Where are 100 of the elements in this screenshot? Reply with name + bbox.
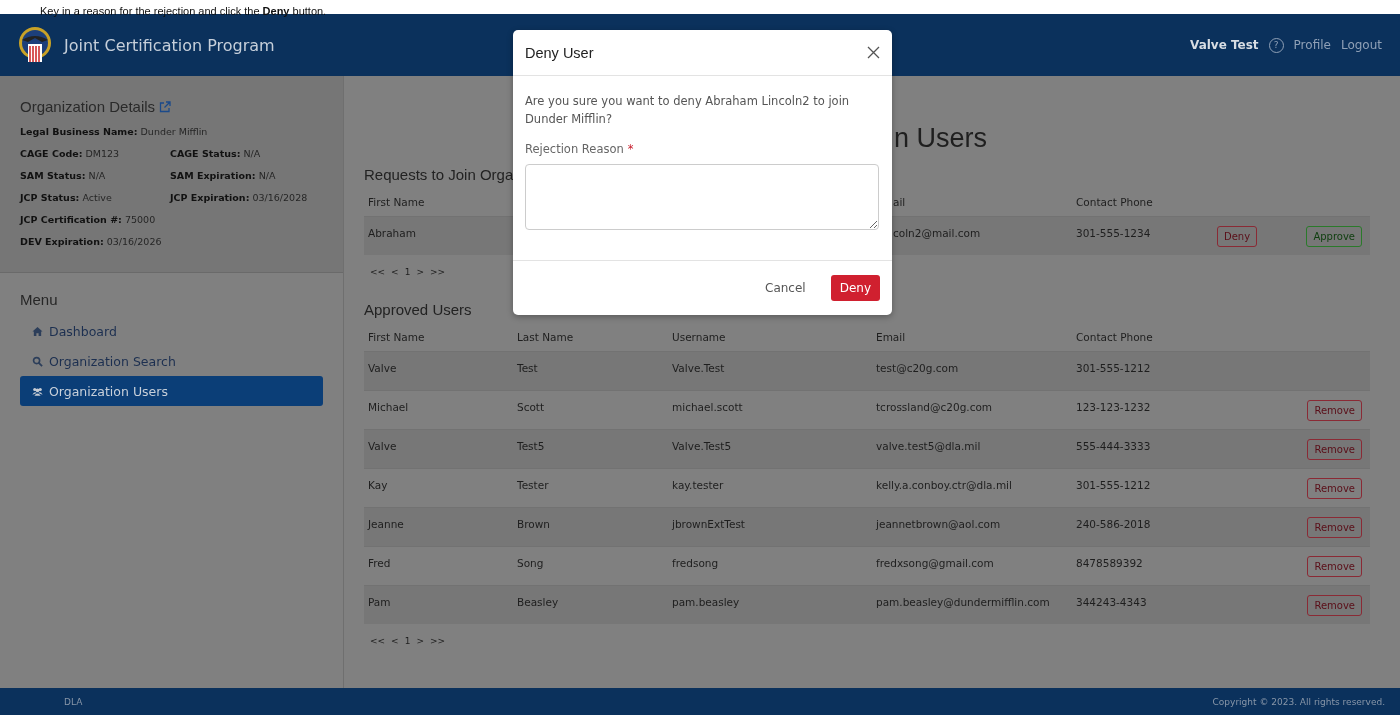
column-header: First Name — [367, 195, 426, 210]
menu-title: Menu — [20, 291, 59, 308]
table-cell-text: Scott — [516, 400, 546, 415]
table-cell-text: valve.test5@dla.mil — [875, 439, 982, 454]
table-cell-text: Jeanne — [366, 517, 405, 532]
section-title: Requests to Join Orga — [364, 166, 514, 183]
detail-field: DEV Expiration: 03/16/2026 — [20, 235, 170, 249]
table-cell-text: Abraham — [367, 226, 417, 241]
table-cell-text: 555-444-3333 — [1075, 439, 1152, 454]
table-cell-text: Beasley — [516, 595, 560, 610]
column-header: Email — [875, 330, 907, 345]
table-cell-text: kelly.a.conboy.ctr@dla.mil — [875, 478, 1013, 493]
table-cell-text: Valve — [367, 439, 398, 454]
remove-button[interactable]: Remove — [1307, 516, 1362, 538]
field-label: Rejection Reason — [525, 142, 624, 156]
copyright-text: Copyright © 2023. All rights reserved. — [1212, 696, 1385, 707]
table-cell-text: 301-555-1212 — [1075, 478, 1152, 493]
table-cell-text: pam.beasley@dundermifflin.com — [875, 595, 1051, 610]
menu-item[interactable]: Organization Users — [20, 376, 323, 406]
table-cell-text: test@c20g.com — [875, 361, 960, 376]
nav-link[interactable]: Logout — [1340, 38, 1382, 52]
page-title: n Users — [894, 123, 988, 154]
table-cell-text: Pam — [367, 595, 392, 610]
pagination-link[interactable]: >> — [429, 267, 445, 277]
table-cell-text: tcrossland@c20g.com — [875, 400, 994, 415]
table-cell-text: Fred — [367, 556, 392, 571]
remove-button[interactable]: Remove — [1307, 438, 1362, 460]
instruction-text: Key in a reason for the rejection and click the Deny button. — [40, 5, 327, 17]
table-cell-text: Brown — [516, 517, 551, 532]
pagination-link[interactable]: > — [416, 267, 424, 277]
table-cell-text: 240-586-2018 — [1075, 517, 1152, 532]
approve-button[interactable]: Approve — [1306, 225, 1362, 247]
detail-field: JCP Expiration: 03/16/2028 — [170, 191, 320, 205]
table-cell-text: coln2@mail.com — [892, 226, 982, 241]
footer-label: DLA — [64, 696, 83, 707]
menu-item[interactable]: Dashboard — [20, 316, 323, 346]
table-cell-text: Valve.Test5 — [671, 439, 733, 454]
dialog-title: Deny User — [525, 44, 594, 61]
table-cell-text: michael.scott — [671, 400, 744, 415]
home-icon — [32, 325, 43, 337]
detail-field: SAM Expiration: N/A — [170, 169, 320, 183]
deny-button[interactable]: Deny — [1217, 225, 1258, 247]
menu-item[interactable]: Organization Search — [20, 346, 323, 376]
table-cell-text: Valve — [367, 361, 398, 376]
table-cell-text: Tester — [516, 478, 550, 493]
detail-field: SAM Status: N/A — [20, 169, 170, 183]
table-cell-text: jeannetbrown@aol.com — [875, 517, 1002, 532]
pagination-link[interactable]: >> — [429, 636, 445, 646]
table-cell-text: Valve.Test — [671, 361, 726, 376]
nav-link[interactable]: Profile — [1293, 38, 1331, 52]
detail-field: CAGE Status: N/A — [170, 147, 320, 161]
pagination-link[interactable]: 1 — [404, 636, 411, 646]
column-header: ail — [892, 195, 907, 210]
users-icon — [32, 385, 43, 397]
table-cell-text: pam.beasley — [671, 595, 741, 610]
emblem-logo-icon — [18, 26, 52, 64]
required-mark: * — [627, 142, 634, 156]
table-cell-text: Test5 — [516, 439, 546, 454]
pagination-link[interactable]: < — [391, 267, 399, 277]
table-cell-text: Song — [516, 556, 545, 571]
remove-button[interactable]: Remove — [1307, 555, 1362, 577]
detail-field: JCP Certification #: 75000 — [20, 213, 170, 227]
pagination-link[interactable]: > — [416, 636, 424, 646]
close-icon[interactable] — [867, 46, 880, 59]
column-header: First Name — [367, 330, 426, 345]
table-cell-text: Kay — [367, 478, 389, 493]
table-cell-text: 301-555-1212 — [1075, 361, 1152, 376]
user-name: Valve Test — [1190, 38, 1259, 52]
section-title: Organization Details — [20, 98, 156, 115]
pagination-link[interactable]: << — [370, 636, 386, 646]
pagination-link[interactable]: < — [391, 636, 399, 646]
remove-button[interactable]: Remove — [1307, 477, 1362, 499]
detail-field: CAGE Code: DM123 — [20, 147, 170, 161]
dialog-message: Are you sure you want to deny Abraham Lincoln2 to join Dunder Mifflin? — [525, 93, 851, 128]
detail-field: Legal Business Name: Dunder Mifflin — [20, 125, 208, 139]
pagination-link[interactable]: 1 — [404, 267, 411, 277]
remove-button[interactable]: Remove — [1307, 399, 1362, 421]
table-cell-text: Test — [516, 361, 539, 376]
pagination-link[interactable]: << — [370, 267, 386, 277]
table-cell-text: 8478589392 — [1075, 556, 1144, 571]
table-cell-text: 301-555-1234 — [1075, 226, 1152, 241]
detail-field: JCP Status: Active — [20, 191, 170, 205]
table-cell-text: kay.tester — [671, 478, 725, 493]
column-header: Contact Phone — [1075, 330, 1154, 345]
column-header: Username — [671, 330, 727, 345]
table-cell-text: Michael — [367, 400, 410, 415]
table-cell-text: 123-123-1232 — [1075, 400, 1152, 415]
table-cell-text: fredxsong@gmail.com — [875, 556, 995, 571]
remove-button[interactable]: Remove — [1307, 594, 1362, 616]
external-link-icon[interactable] — [159, 100, 172, 113]
table-cell-text: jbrownExtTest — [671, 517, 746, 532]
table-cell-text: fredsong — [671, 556, 720, 571]
deny-button[interactable]: Deny — [830, 275, 880, 301]
column-header: Contact Phone — [1075, 195, 1154, 210]
table-cell-text: 344243-4343 — [1075, 595, 1148, 610]
app-title: Joint Certification Program — [64, 35, 275, 55]
rejection-reason-field[interactable] — [525, 164, 879, 230]
column-header: Last Name — [516, 330, 575, 345]
section-title: Approved Users — [364, 301, 472, 318]
search-icon — [32, 355, 43, 367]
